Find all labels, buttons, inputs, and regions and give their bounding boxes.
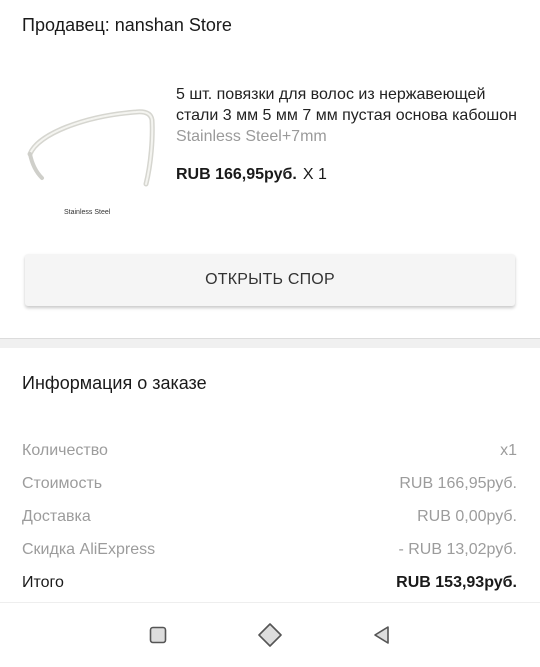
info-label: Количество: [22, 442, 108, 459]
info-label: Стоимость: [22, 475, 103, 492]
product-image-caption: Stainless Steel: [64, 209, 111, 216]
info-value: - RUB 13,02руб.: [398, 541, 517, 558]
seller-name[interactable]: Продавец: nanshan Store: [22, 15, 232, 36]
open-dispute-button[interactable]: ОТКРЫТЬ СПОР: [25, 254, 515, 306]
info-row-shipping: Доставка RUB 0,00руб.: [22, 508, 517, 526]
back-triangle-icon[interactable]: [367, 620, 397, 650]
home-diamond-icon[interactable]: [255, 620, 285, 650]
recents-square-icon[interactable]: [143, 620, 173, 650]
total-value: RUB 153,93руб.: [396, 574, 517, 591]
product-image[interactable]: Stainless Steel: [24, 88, 160, 220]
info-row-total: Итого RUB 153,93руб.: [22, 574, 517, 592]
system-navigation-bar: [0, 602, 540, 667]
info-value: RUB 166,95руб.: [399, 475, 517, 492]
info-row-cost: Стоимость RUB 166,95руб.: [22, 475, 517, 493]
price-row: RUB 166,95руб. X 1: [176, 166, 327, 184]
product-title[interactable]: 5 шт. повязки для волос из нержавеющей с…: [176, 84, 521, 126]
info-row-discount: Скидка AliExpress - RUB 13,02руб.: [22, 541, 517, 559]
product-price: RUB 166,95руб.: [176, 166, 297, 183]
info-row-quantity: Количество x1: [22, 442, 517, 460]
info-label: Скидка AliExpress: [22, 541, 156, 558]
total-label: Итого: [22, 574, 64, 591]
info-label: Доставка: [22, 508, 91, 525]
product-quantity: X 1: [302, 166, 327, 183]
section-divider: [0, 338, 540, 348]
info-value: x1: [500, 442, 517, 459]
product-variant: Stainless Steel+7mm: [176, 128, 327, 145]
info-value: RUB 0,00руб.: [417, 508, 517, 525]
order-info-title: Информация о заказе: [22, 373, 207, 393]
